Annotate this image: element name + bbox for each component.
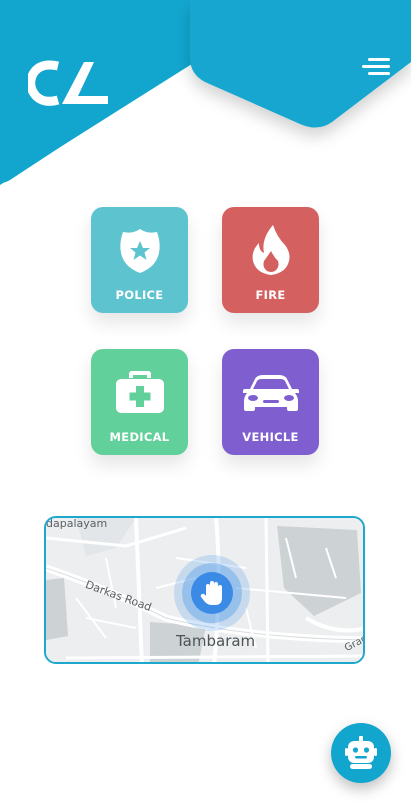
medical-label: MEDICAL — [109, 430, 170, 444]
location-map[interactable]: dapalayam Darkas Road Tambaram Gran — [44, 516, 365, 664]
map-label-locality: Tambaram — [176, 632, 256, 650]
police-badge-icon — [119, 229, 160, 273]
map-label-area: dapalayam — [46, 517, 108, 530]
app-logo — [28, 60, 108, 106]
fire-flame-icon — [252, 225, 289, 275]
raised-hand-icon — [200, 581, 222, 605]
assistant-bot-button[interactable] — [331, 723, 391, 783]
hamburger-menu-icon[interactable] — [356, 50, 392, 80]
fire-label: FIRE — [255, 288, 286, 302]
medical-button[interactable]: MEDICAL — [91, 349, 188, 455]
sos-hand-button[interactable] — [191, 572, 233, 614]
vehicle-button[interactable]: VEHICLE — [222, 349, 319, 455]
first-aid-kit-icon — [115, 371, 164, 413]
robot-icon — [345, 736, 377, 769]
police-label: POLICE — [115, 288, 164, 302]
fire-button[interactable]: FIRE — [222, 207, 319, 313]
vehicle-label: VEHICLE — [242, 430, 299, 444]
car-icon — [242, 375, 299, 411]
police-button[interactable]: POLICE — [91, 207, 188, 313]
